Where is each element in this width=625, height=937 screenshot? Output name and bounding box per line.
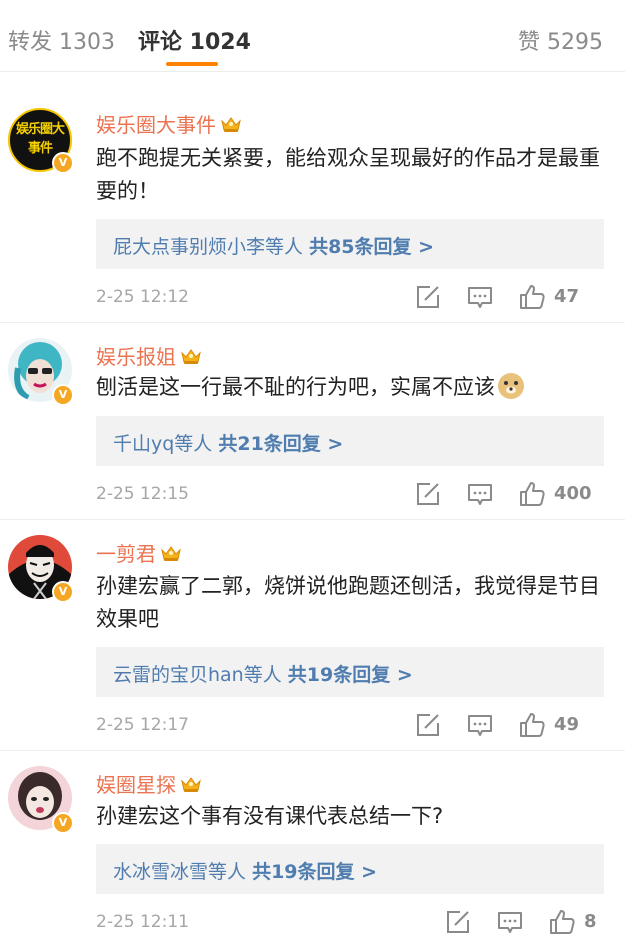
like-count: 47 — [554, 286, 580, 307]
crown-icon — [160, 544, 182, 562]
crown-icon — [180, 775, 202, 793]
comment-text: 孙建宏这个事有没有课代表总结一下? — [96, 804, 444, 828]
share-icon[interactable] — [414, 480, 442, 508]
username-text[interactable]: 娱圈星探 — [96, 773, 176, 797]
comment-actions: 49 — [414, 711, 604, 739]
verified-badge-icon: V — [52, 812, 74, 834]
comment-actions: 47 — [414, 283, 604, 311]
tab-reposts[interactable]: 转发 1303 — [8, 24, 115, 56]
reply-preview[interactable]: 屁大点事别烦小李等人 共85条回复 > — [96, 219, 604, 269]
like-icon[interactable] — [518, 711, 546, 739]
tab-bar: 转发 1303 评论 1024 赞 5295 — [0, 0, 625, 72]
share-icon[interactable] — [444, 908, 472, 936]
reply-preview[interactable]: 水冰雪冰雪等人 共19条回复 > — [96, 844, 604, 894]
divider — [0, 519, 625, 520]
username-text[interactable]: 娱乐圈大事件 — [96, 113, 216, 137]
share-icon[interactable] — [414, 283, 442, 311]
like-icon[interactable] — [518, 480, 546, 508]
divider — [0, 322, 625, 323]
share-icon[interactable] — [414, 711, 442, 739]
verified-badge-icon: V — [52, 384, 74, 406]
comment-text: 孙建宏赢了二郭，烧饼说他跑题还刨活，我觉得是节目效果吧 — [96, 574, 600, 631]
comment-icon[interactable] — [466, 283, 494, 311]
comment-actions: 8 — [444, 908, 604, 936]
like-count: 49 — [554, 714, 580, 735]
comment-time: 2-25 12:17 — [96, 715, 189, 735]
comment-time: 2-25 12:12 — [96, 287, 189, 307]
username-text[interactable]: 一剪君 — [96, 542, 156, 566]
comment-text: 刨活是这一行最不耻的行为吧，实属不应该 — [96, 371, 608, 404]
divider — [0, 750, 625, 751]
reply-summary[interactable]: 水冰雪冰雪等人 共19条回复 > — [113, 857, 377, 884]
like-count: 400 — [554, 483, 592, 504]
like-icon[interactable] — [548, 908, 576, 936]
crown-icon — [180, 347, 202, 365]
reply-summary[interactable]: 千山yq等人 共21条回复 > — [113, 429, 343, 456]
active-tab-indicator — [166, 62, 218, 66]
comment-time: 2-25 12:11 — [96, 912, 189, 932]
doge-emoji-icon — [498, 373, 524, 399]
reply-summary[interactable]: 屁大点事别烦小李等人 共85条回复 > — [113, 232, 434, 259]
verified-badge-icon: V — [52, 581, 74, 603]
comment-icon[interactable] — [466, 711, 494, 739]
verified-badge-icon: V — [52, 152, 74, 174]
like-count: 8 — [584, 911, 597, 932]
tab-comments[interactable]: 评论 1024 — [138, 24, 251, 56]
comment-time: 2-25 12:15 — [96, 484, 189, 504]
reply-preview[interactable]: 千山yq等人 共21条回复 > — [96, 416, 604, 466]
comment-text: 跑不跑提无关紧要，能给观众呈现最好的作品才是最重要的！ — [96, 146, 600, 203]
comment-icon[interactable] — [466, 480, 494, 508]
username[interactable]: 娱乐圈大事件 — [96, 109, 242, 138]
username[interactable]: 一剪君 — [96, 538, 182, 567]
tab-likes[interactable]: 赞 5295 — [518, 24, 603, 56]
username[interactable]: 娱圈星探 — [96, 769, 202, 798]
reply-preview[interactable]: 云雷的宝贝han等人 共19条回复 > — [96, 647, 604, 697]
comment-actions: 400 — [414, 480, 604, 508]
like-icon[interactable] — [518, 283, 546, 311]
comment-icon[interactable] — [496, 908, 524, 936]
username[interactable]: 娱乐报姐 — [96, 341, 202, 370]
username-text[interactable]: 娱乐报姐 — [96, 345, 176, 369]
crown-icon — [220, 115, 242, 133]
reply-summary[interactable]: 云雷的宝贝han等人 共19条回复 > — [113, 660, 413, 687]
